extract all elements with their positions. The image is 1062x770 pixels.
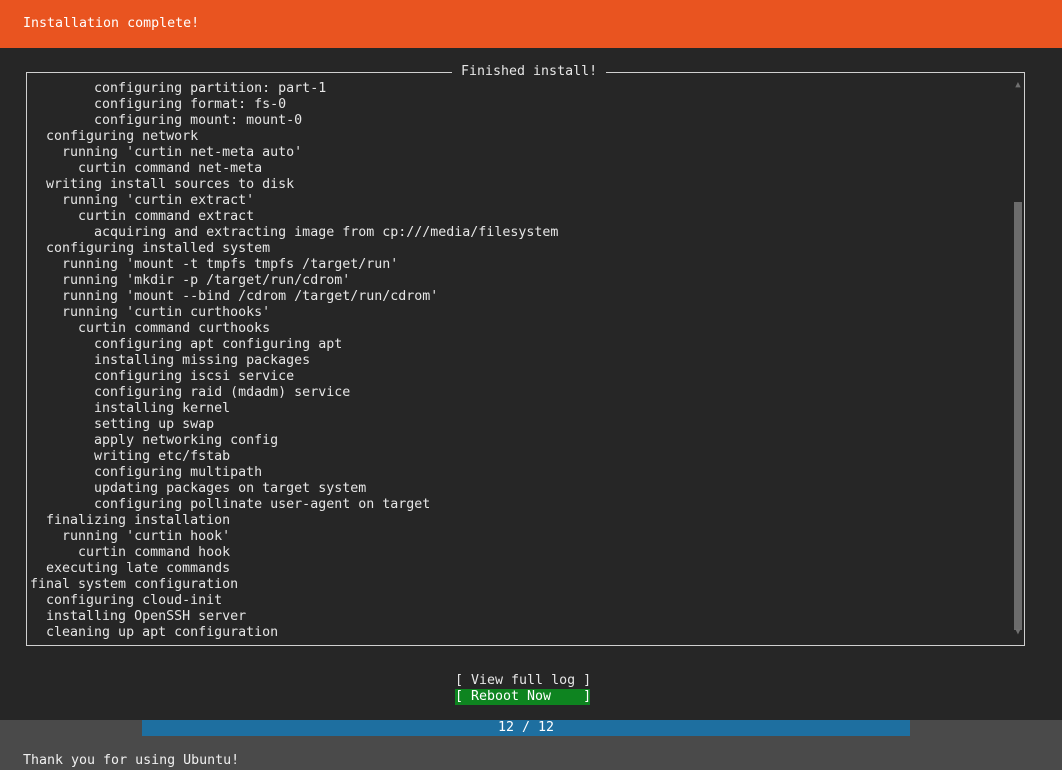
header-bar: Installation complete! [0, 0, 1062, 48]
scroll-down-icon[interactable]: ▼ [1013, 627, 1023, 637]
log-line: curtin command net-meta [30, 161, 263, 176]
progress-label: 12 / 12 [497, 720, 555, 735]
log-line: finalizing installation [30, 513, 231, 528]
log-line: curtin command curthooks [30, 321, 271, 336]
page-title: Installation complete! [23, 16, 200, 31]
install-progress-bar: 12 / 12 [142, 720, 910, 736]
log-line: configuring multipath [30, 465, 263, 480]
log-line: configuring installed system [30, 241, 271, 256]
log-line: running 'curtin extract' [30, 193, 255, 208]
log-line: configuring partition: part-1 [30, 81, 327, 96]
log-line: installing OpenSSH server [30, 609, 247, 624]
scroll-thumb[interactable] [1014, 202, 1022, 630]
log-line: running 'curtin curthooks' [30, 305, 271, 320]
log-line: installing missing packages [30, 353, 311, 368]
log-line: executing late commands [30, 561, 231, 576]
log-line: configuring network [30, 129, 199, 144]
log-line: configuring cloud-init [30, 593, 223, 608]
log-line: final system configuration [30, 577, 239, 592]
log-line: setting up swap [30, 417, 215, 432]
log-line: curtin command hook [30, 545, 231, 560]
log-line: cleaning up apt configuration [30, 625, 279, 640]
log-line: configuring raid (mdadm) service [30, 385, 351, 400]
view-full-log-button[interactable]: [ View full log ] [455, 673, 591, 689]
log-line: running 'mount --bind /cdrom /target/run… [30, 289, 439, 304]
footer-message: Thank you for using Ubuntu! [23, 753, 240, 768]
log-line: acquiring and extracting image from cp:/… [30, 225, 559, 240]
log-line: writing etc/fstab [30, 449, 231, 464]
log-line: apply networking config [30, 433, 279, 448]
log-line: running 'curtin hook' [30, 529, 231, 544]
log-line: running 'mkdir -p /target/run/cdrom' [30, 273, 351, 288]
reboot-now-button[interactable]: [ Reboot Now ] [455, 689, 591, 705]
log-line: curtin command extract [30, 209, 255, 224]
log-panel-title: Finished install! [452, 64, 607, 80]
log-scrollbar[interactable]: ▲ ▼ [1013, 80, 1023, 640]
log-output: configuring partition: part-1 configurin… [30, 81, 1005, 641]
log-line: running 'curtin net-meta auto' [30, 145, 303, 160]
log-line: configuring mount: mount-0 [30, 113, 303, 128]
log-line: configuring iscsi service [30, 369, 295, 384]
scroll-up-icon[interactable]: ▲ [1013, 80, 1023, 90]
log-line: configuring pollinate user-agent on targ… [30, 497, 431, 512]
log-line: writing install sources to disk [30, 177, 295, 192]
scroll-track[interactable] [1014, 92, 1022, 630]
log-line: configuring format: fs-0 [30, 97, 287, 112]
log-line: updating packages on target system [30, 481, 367, 496]
log-line: running 'mount -t tmpfs tmpfs /target/ru… [30, 257, 399, 272]
log-line: configuring apt configuring apt [30, 337, 343, 352]
log-line: installing kernel [30, 401, 231, 416]
